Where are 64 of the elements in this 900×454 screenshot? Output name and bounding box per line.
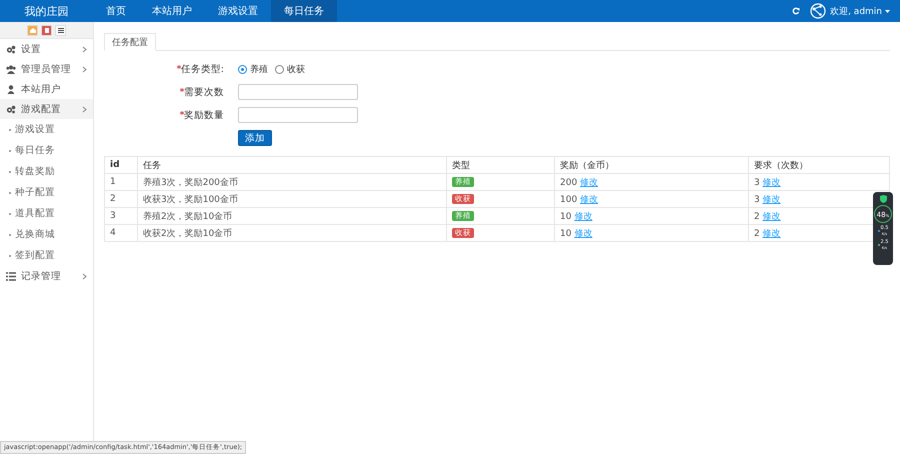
gears-icon: [6, 104, 16, 114]
sidebar-item[interactable]: 游戏配置: [0, 99, 93, 119]
shield-icon: [880, 195, 886, 203]
table-cell: 4: [104, 224, 138, 242]
table-cell: 3: [754, 178, 760, 188]
refresh-icon[interactable]: [792, 7, 800, 15]
table-cell: 2: [104, 190, 138, 208]
tab[interactable]: 任务配置: [104, 33, 156, 51]
submenu-item[interactable]: 签到配置: [15, 249, 55, 262]
submenu-item[interactable]: 道具配置: [15, 207, 55, 220]
submenu-item[interactable]: 每日任务: [15, 144, 55, 157]
caret-icon: [885, 10, 890, 12]
input-field[interactable]: [238, 84, 358, 100]
column-header: 任务: [138, 156, 446, 174]
table-cell: 2: [754, 228, 760, 238]
table-cell: 收获2次，奖励10金币: [138, 224, 446, 242]
user-menu[interactable]: 欢迎, admin: [830, 0, 885, 22]
nav-tab[interactable]: 游戏设置: [205, 0, 271, 22]
avatar-icon[interactable]: [810, 3, 826, 19]
nav-tab[interactable]: 每日任务: [271, 0, 337, 22]
required-icon: [180, 110, 184, 114]
grid-icon: [58, 28, 64, 32]
table-cell: 1: [104, 174, 138, 190]
column-header: 奖励（金币）: [554, 156, 748, 174]
sidebar-item[interactable]: 本站用户: [0, 79, 93, 99]
sidebar-item[interactable]: 管理员管理: [0, 59, 93, 79]
list-icon: [6, 272, 16, 280]
column-header: id: [104, 156, 138, 174]
add-button[interactable]: 添加: [238, 130, 272, 146]
nav-tab[interactable]: 本站用户: [139, 0, 205, 22]
required-icon: [180, 88, 184, 92]
input-field[interactable]: [238, 107, 358, 123]
submenu-item[interactable]: 种子配置: [15, 186, 55, 199]
submenu-item[interactable]: 兑换商城: [15, 228, 55, 241]
radio-option[interactable]: 收获: [275, 62, 305, 76]
group-icon: [6, 64, 16, 74]
table-cell: 200: [560, 178, 578, 188]
field-label: 任务类型:: [180, 62, 225, 76]
table-cell: 10: [560, 212, 572, 222]
required-icon: [176, 64, 181, 68]
table-cell: 养殖2次，奖励10金币: [138, 208, 446, 224]
user-icon: [6, 84, 16, 94]
column-header: 类型: [446, 156, 554, 174]
submenu-item[interactable]: 转盘奖励: [15, 165, 55, 178]
sidebar-item[interactable]: 设置: [0, 39, 93, 59]
table-cell: 收获3次，奖励100金币: [138, 190, 446, 208]
table-cell: 10: [560, 228, 572, 238]
field-label: 需要次数: [184, 86, 225, 98]
field-label: 奖励数量: [184, 108, 225, 122]
radio-option[interactable]: 养殖: [238, 62, 268, 76]
home-icon: [30, 28, 36, 32]
column-header: 要求（次数）: [748, 156, 890, 174]
gears-icon: [6, 44, 16, 54]
logo: 我的庄园: [24, 4, 70, 20]
table-cell: 3: [104, 208, 138, 224]
table-cell: 3: [754, 194, 760, 204]
shortcut-button[interactable]: [55, 24, 66, 36]
table-cell: 养殖3次，奖励200金币: [138, 174, 446, 190]
nav-tab[interactable]: 首页: [93, 0, 139, 22]
table-cell: 2: [754, 212, 760, 222]
sidebar-item[interactable]: 记录管理: [0, 266, 93, 286]
table-cell: 100: [560, 194, 578, 204]
document-icon: [44, 28, 48, 32]
submenu-item[interactable]: 游戏设置: [15, 123, 55, 136]
